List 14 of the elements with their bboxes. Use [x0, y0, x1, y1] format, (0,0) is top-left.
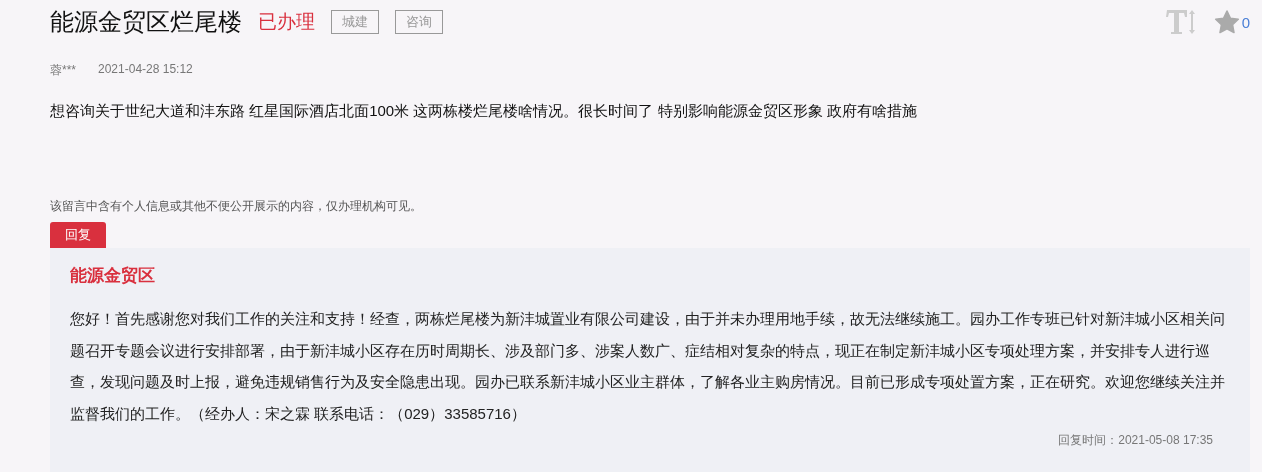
star-icon[interactable] [1213, 10, 1240, 34]
question-text: 想咨询关于世纪大道和沣东路 红星国际酒店北面100米 这两栋楼烂尾楼啥情况。很长时间了 特别影响能源金贸区形象 政府有啥措施 [50, 102, 918, 121]
star-count: 0 [1241, 13, 1250, 31]
reply-time: 回复时间：2021-05-08 17:35 [1058, 432, 1213, 449]
font-size-icon[interactable] [1165, 9, 1196, 35]
category-tag: 城建 [331, 10, 379, 34]
reply-org: 能源金贸区 [70, 265, 156, 287]
privacy-note: 该留言中含有个人信息或其他不便公开展示的内容，仅办理机构可见。 [50, 198, 423, 215]
category-tag: 咨询 [395, 10, 443, 34]
post-time: 2021-04-28 15:12 [98, 62, 193, 78]
page-title: 能源金贸区烂尾楼 [50, 7, 242, 37]
author-name: 蓉*** [50, 62, 76, 79]
status-label: 已办理 [258, 10, 315, 34]
reply-text: 您好！首先感谢您对我们工作的关注和支持！经查，两栋烂尾楼为新沣城置业有限公司建设，由于并未办理用地手续，故无法继续施工。园办工作专班已针对新沣城小区相关问题召开专题会议进行安排部署，由于新沣城小区存在历时周期长、涉及部门多、涉案人数广、症结相对复杂的特点，现正在制定新沣城小区专项处理方案，并安排专人进行巡查，发现问题及时上报，避免违规销售行为及安全隐患出现。园办已联系新沣城小区业主群体，了解各业主购房情况。目前已形成专项处置方案，正在研究。欢迎您继续关注并监督我们的工作。（经办人：宋之霖 联系电话：（029）33585716） [70, 309, 1226, 424]
